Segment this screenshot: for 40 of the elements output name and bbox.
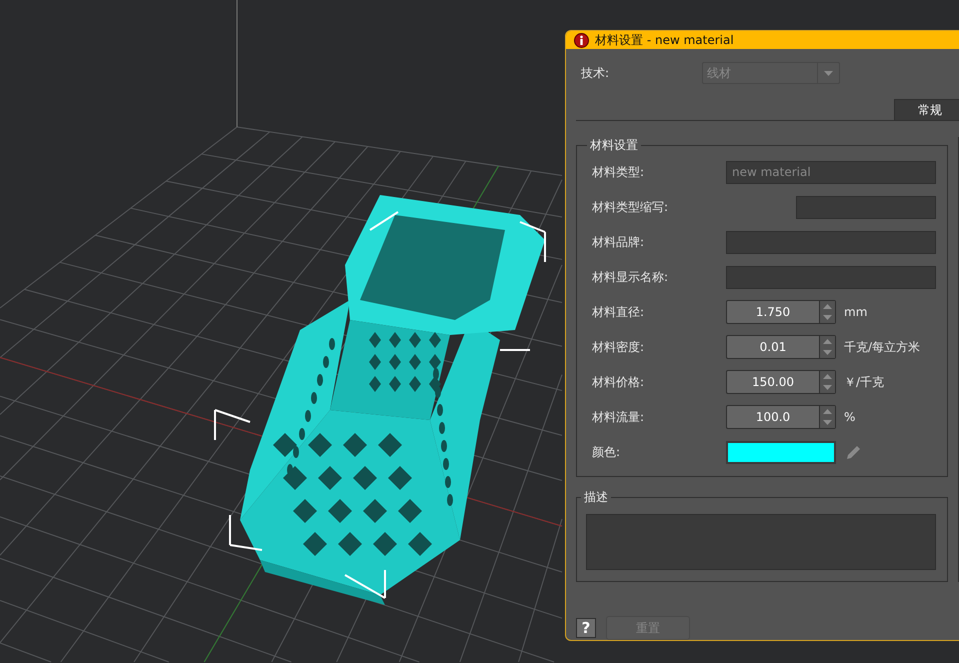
window-title: 材料设置 - new material	[595, 32, 734, 48]
up-arrow-icon	[823, 339, 832, 344]
field-label: 材料类型:	[592, 164, 646, 180]
field-label: 材料显示名称:	[592, 268, 670, 286]
spin-box[interactable]: 0.01	[726, 335, 836, 359]
unit-label: 千克/每立方米	[844, 338, 920, 356]
up-arrow-icon	[823, 374, 832, 379]
field-label: 材料流量:	[592, 408, 646, 426]
unit-label: mm	[844, 305, 868, 319]
down-arrow-icon	[823, 350, 832, 355]
up-arrow-icon	[823, 304, 832, 309]
field-label: 材料直径:	[592, 304, 646, 320]
unit-label: ￥/千克	[844, 374, 884, 390]
unit-label: %	[844, 410, 856, 424]
field-label: 材料品牌:	[592, 234, 646, 250]
caret-icon	[824, 70, 833, 76]
field-label: 材料类型缩写:	[592, 198, 670, 216]
up-arrow-icon	[823, 409, 832, 414]
input-field[interactable]	[796, 196, 936, 218]
group-title: 材料设置	[589, 137, 639, 154]
field-label: 材料价格:	[592, 374, 646, 390]
tab[interactable]: 常规	[894, 99, 959, 120]
field-label: 技术:	[580, 64, 610, 82]
help-button[interactable]: ?	[576, 618, 596, 638]
spin-box[interactable]: 100.0	[726, 405, 836, 429]
spin-box[interactable]: 1.750	[726, 300, 836, 324]
down-arrow-icon	[823, 385, 832, 390]
color-swatch[interactable]	[726, 440, 836, 464]
group-title: 描述	[583, 489, 609, 506]
input-field[interactable]	[726, 266, 936, 288]
input-field[interactable]	[726, 230, 936, 254]
down-arrow-icon	[823, 315, 832, 320]
pencil-icon[interactable]	[846, 444, 862, 460]
spin-box[interactable]: 150.00	[726, 370, 836, 394]
input-field[interactable]: new material	[726, 160, 936, 184]
description-field[interactable]	[586, 514, 936, 570]
alert-icon	[574, 32, 589, 48]
down-arrow-icon	[823, 420, 832, 425]
field-label: 材料密度:	[592, 338, 646, 356]
field-label: 颜色:	[592, 444, 622, 460]
